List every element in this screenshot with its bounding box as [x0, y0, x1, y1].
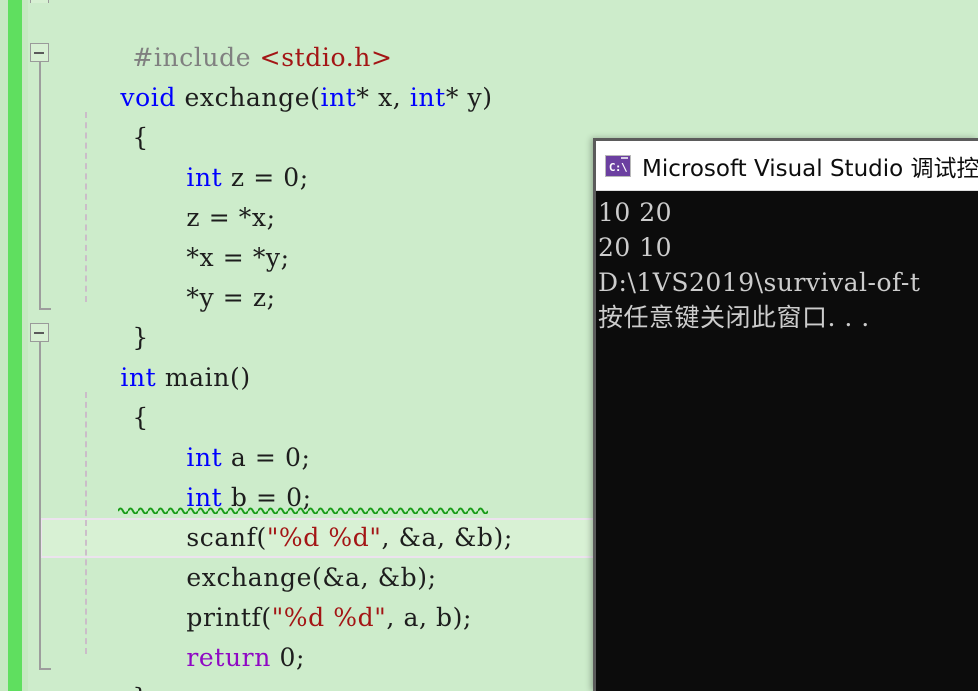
- screenshot-root: #include <stdio.h> void exchange(int* x,…: [0, 0, 978, 691]
- console-output-line: 按任意键关闭此窗口. . .: [598, 303, 870, 332]
- token-keyword-return: return: [186, 643, 271, 672]
- error-squiggle-underline: [118, 506, 488, 514]
- change-bar-indicator: [8, 0, 22, 691]
- code-line-3[interactable]: {: [28, 78, 149, 152]
- token-keyword-int-1: int: [320, 83, 357, 112]
- token-param-y: * y): [445, 83, 493, 112]
- console-title-bar[interactable]: C:\ Microsoft Visual Studio 调试控: [596, 141, 978, 191]
- console-icon-dots: [621, 156, 628, 159]
- code-line-16[interactable]: return 0;: [28, 598, 305, 672]
- token-brace-close-2: }: [132, 683, 149, 691]
- code-line-14[interactable]: exchange(&a, &b);: [28, 518, 437, 592]
- token-func-main: main(): [156, 363, 251, 392]
- console-output-line: 20 10: [598, 233, 673, 262]
- code-line-7[interactable]: *y = z;: [28, 238, 276, 312]
- console-output-area[interactable]: 10 20 20 10 D:\1VS2019\survival-of-t 按任意…: [596, 191, 978, 691]
- console-icon-label: C:\: [608, 160, 628, 174]
- debug-console-window[interactable]: C:\ Microsoft Visual Studio 调试控 10 20 20…: [593, 138, 978, 691]
- token-return-value: 0;: [270, 643, 305, 672]
- code-line-1[interactable]: #include <stdio.h>: [28, 0, 393, 72]
- code-line-17[interactable]: }: [28, 638, 149, 691]
- token-param-x: * x,: [356, 83, 410, 112]
- code-line-8[interactable]: }: [28, 278, 149, 352]
- code-line-9[interactable]: int main(): [28, 318, 251, 392]
- console-output-line: 10 20: [598, 198, 673, 227]
- token-args-printf: , a, b);: [386, 603, 473, 632]
- code-line-6[interactable]: *x = *y;: [28, 198, 290, 272]
- code-line-11[interactable]: int a = 0;: [28, 398, 311, 472]
- code-line-5[interactable]: z = *x;: [28, 158, 276, 232]
- console-window-icon: C:\: [605, 154, 631, 177]
- editor-gutter-left: [0, 0, 8, 691]
- console-window-title: Microsoft Visual Studio 调试控: [642, 155, 978, 182]
- code-line-4[interactable]: int z = 0;: [28, 118, 309, 192]
- code-line-10[interactable]: {: [28, 358, 149, 432]
- code-line-2[interactable]: void exchange(int* x, int* y): [28, 38, 493, 112]
- token-keyword-int-2: int: [409, 83, 446, 112]
- code-line-12[interactable]: int b = 0;: [28, 438, 312, 512]
- code-line-15[interactable]: printf("%d %d", a, b);: [28, 558, 472, 632]
- token-func-exchange: exchange(: [175, 83, 321, 112]
- token-stmt-y-assign: *y = z;: [186, 283, 276, 312]
- console-output-line: D:\1VS2019\survival-of-t: [598, 268, 921, 297]
